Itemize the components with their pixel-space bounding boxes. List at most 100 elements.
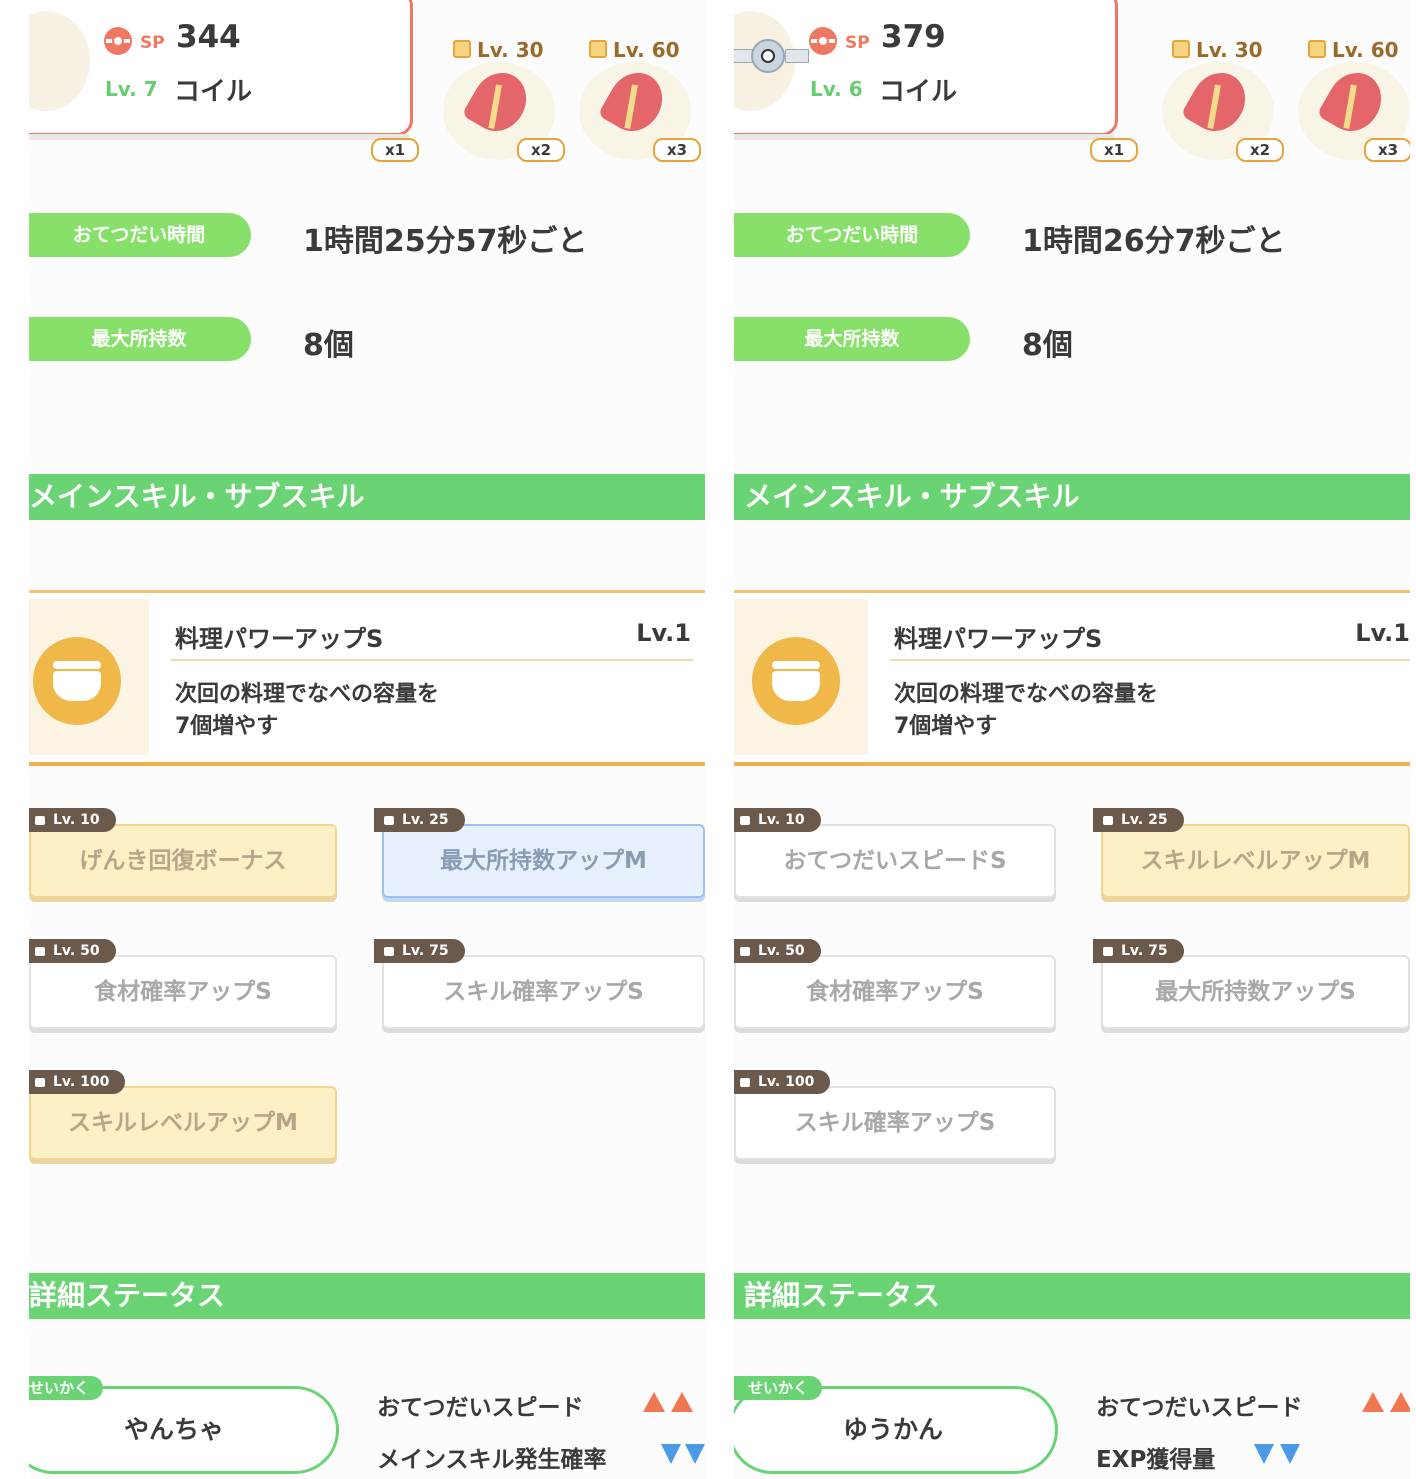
sub-skill-lv10[interactable]: Lv. 10 げんき回復ボーナス — [29, 808, 337, 898]
sp-icon — [809, 27, 837, 55]
lock-icon — [740, 1078, 750, 1087]
skills-section-header: メインスキル・サブスキル — [29, 474, 705, 520]
sub-skill-name: 最大所持数アップS — [1101, 955, 1410, 1029]
sub-skill-name: げんき回復ボーナス — [29, 824, 337, 898]
lock-icon — [1308, 40, 1326, 58]
stat-down-arrow-icon — [1254, 1444, 1274, 1464]
header-divider — [29, 134, 409, 140]
ingredient-count-badge: x2 — [517, 138, 565, 162]
ingredient-count-badge: x2 — [1236, 138, 1284, 162]
ingredient-slot[interactable]: Lv. 30 x2 — [1160, 38, 1284, 166]
main-skill-name: 料理パワーアップS — [894, 625, 1103, 653]
sub-skill-lv50[interactable]: Lv. 50 食材確率アップS — [734, 939, 1056, 1029]
ingredient-unlock-level: Lv. 60 — [1308, 38, 1399, 62]
sub-skill-name: スキル確率アップS — [734, 1086, 1056, 1160]
sub-skill-name: 最大所持数アップM — [382, 824, 705, 898]
pokemon-name: コイル — [879, 77, 958, 107]
lock-icon — [589, 40, 607, 58]
stat-down-arrow-icon — [661, 1444, 681, 1464]
pokemon-portrait — [29, 11, 90, 111]
main-skill-level: Lv.1 — [1355, 619, 1410, 647]
lock-icon — [453, 40, 471, 58]
help-time-label: おてつだい時間 — [734, 213, 970, 257]
sub-skill-unlock-tag: Lv. 10 — [29, 808, 116, 832]
sub-skill-unlock-tag: Lv. 100 — [29, 1070, 126, 1094]
sub-skill-lv75[interactable]: Lv. 75 最大所持数アップS — [1093, 939, 1410, 1029]
lock-icon — [384, 816, 394, 825]
sp-label: SP — [140, 33, 165, 53]
pokemon-summary-card: SP 344 Lv. 7 コイル — [29, 0, 413, 136]
main-skill-description: 次回の料理でなべの容量を 7個増やす — [175, 682, 440, 739]
lock-icon — [1172, 40, 1190, 58]
sp-label: SP — [845, 33, 870, 53]
ingredient-slot[interactable]: Lv. 30 x2 — [441, 38, 565, 166]
sub-skill-lv50[interactable]: Lv. 50 食材確率アップS — [29, 939, 337, 1029]
ingredient-unlock-level: Lv. 60 — [589, 38, 680, 62]
sub-skill-name: 食材確率アップS — [29, 955, 337, 1029]
help-time-value: 1時間25分57秒ごと — [303, 224, 588, 259]
help-time-value: 1時間26分7秒ごと — [1022, 224, 1286, 259]
main-skill-icon-area — [734, 599, 868, 755]
stat-down-label: EXP獲得量 — [1096, 1447, 1216, 1473]
sub-skill-name: スキルレベルアップM — [1101, 824, 1410, 898]
ingredient-unlock-level: Lv. 30 — [1172, 38, 1263, 62]
lock-icon — [740, 947, 750, 956]
sub-skill-lv25[interactable]: Lv. 25 最大所持数アップM — [374, 808, 705, 898]
sub-skill-lv75[interactable]: Lv. 75 スキル確率アップS — [374, 939, 705, 1029]
ingredient-unlock-level: Lv. 30 — [453, 38, 544, 62]
main-skill-icon-area — [29, 599, 149, 755]
sub-skill-unlock-tag: Lv. 50 — [734, 939, 821, 963]
sub-skill-unlock-tag: Lv. 25 — [374, 808, 465, 832]
sp-value: 379 — [881, 19, 946, 55]
pot-icon — [33, 637, 121, 725]
pokemon-summary-card: SP 379 Lv. 6 コイル — [734, 0, 1118, 136]
stat-down-arrow-icon — [685, 1444, 705, 1464]
ingredient-slot[interactable]: Lv. 60 x3 — [1296, 38, 1410, 166]
nature-label: せいかく — [29, 1376, 104, 1400]
lock-icon — [384, 947, 394, 956]
lock-icon — [1103, 816, 1113, 825]
sp-icon — [104, 27, 132, 55]
sub-skill-unlock-tag: Lv. 75 — [1093, 939, 1184, 963]
lock-icon — [35, 947, 45, 956]
stat-up-arrow-icon — [1390, 1392, 1410, 1412]
pokemon-level: Lv. 6 — [810, 77, 863, 101]
sub-skill-lv100[interactable]: Lv. 100 スキル確率アップS — [734, 1070, 1056, 1160]
lock-icon — [1103, 947, 1113, 956]
sub-skill-lv10[interactable]: Lv. 10 おてつだいスピードS — [734, 808, 1056, 898]
max-carry-label: 最大所持数 — [734, 317, 970, 361]
main-skill-card[interactable]: 料理パワーアップS Lv.1 次回の料理でなべの容量を 7個増やす — [734, 590, 1410, 766]
magnet-right-icon — [785, 49, 809, 63]
ingredient-count-badge: x1 — [1090, 138, 1138, 162]
skills-section-header: メインスキル・サブスキル — [734, 474, 1410, 520]
stat-up-arrow-icon — [1362, 1392, 1384, 1412]
main-skill-card[interactable]: 料理パワーアップS Lv.1 次回の料理でなべの容量を 7個増やす — [29, 590, 705, 766]
lock-icon — [35, 1078, 45, 1087]
ingredient-slot[interactable]: Lv. 60 x3 — [577, 38, 701, 166]
stat-down-arrow-icon — [1280, 1444, 1300, 1464]
pokemon-detail-left: SP 344 Lv. 7 コイル x1 Lv. 30 x2 Lv. 60 x3 … — [29, 0, 705, 1479]
header-divider — [734, 134, 1114, 140]
max-carry-label: 最大所持数 — [29, 317, 251, 361]
sub-skill-lv25[interactable]: Lv. 25 スキルレベルアップM — [1093, 808, 1410, 898]
sub-skill-unlock-tag: Lv. 75 — [374, 939, 465, 963]
main-skill-divider — [890, 659, 1410, 661]
help-time-label: おてつだい時間 — [29, 213, 251, 257]
max-carry-value: 8個 — [303, 328, 354, 363]
ingredient-count-badge: x3 — [1364, 138, 1410, 162]
ingredient-count-badge: x1 — [371, 138, 419, 162]
lock-icon — [740, 816, 750, 825]
sub-skill-unlock-tag: Lv. 10 — [734, 808, 821, 832]
sub-skill-name: スキルレベルアップM — [29, 1086, 337, 1160]
stat-up-arrow-icon — [671, 1392, 693, 1412]
sub-skill-name: スキル確率アップS — [382, 955, 705, 1029]
ingredient-count-badge: x3 — [653, 138, 701, 162]
nature-label: せいかく — [734, 1376, 823, 1400]
pokemon-level: Lv. 7 — [105, 77, 158, 101]
sub-skill-name: おてつだいスピードS — [734, 824, 1056, 898]
main-skill-description: 次回の料理でなべの容量を 7個増やす — [894, 682, 1159, 739]
main-skill-name: 料理パワーアップS — [175, 625, 384, 653]
stat-up-label: おてつだいスピード — [377, 1395, 584, 1421]
sub-skill-lv100[interactable]: Lv. 100 スキルレベルアップM — [29, 1070, 337, 1160]
pokemon-name: コイル — [174, 77, 253, 107]
